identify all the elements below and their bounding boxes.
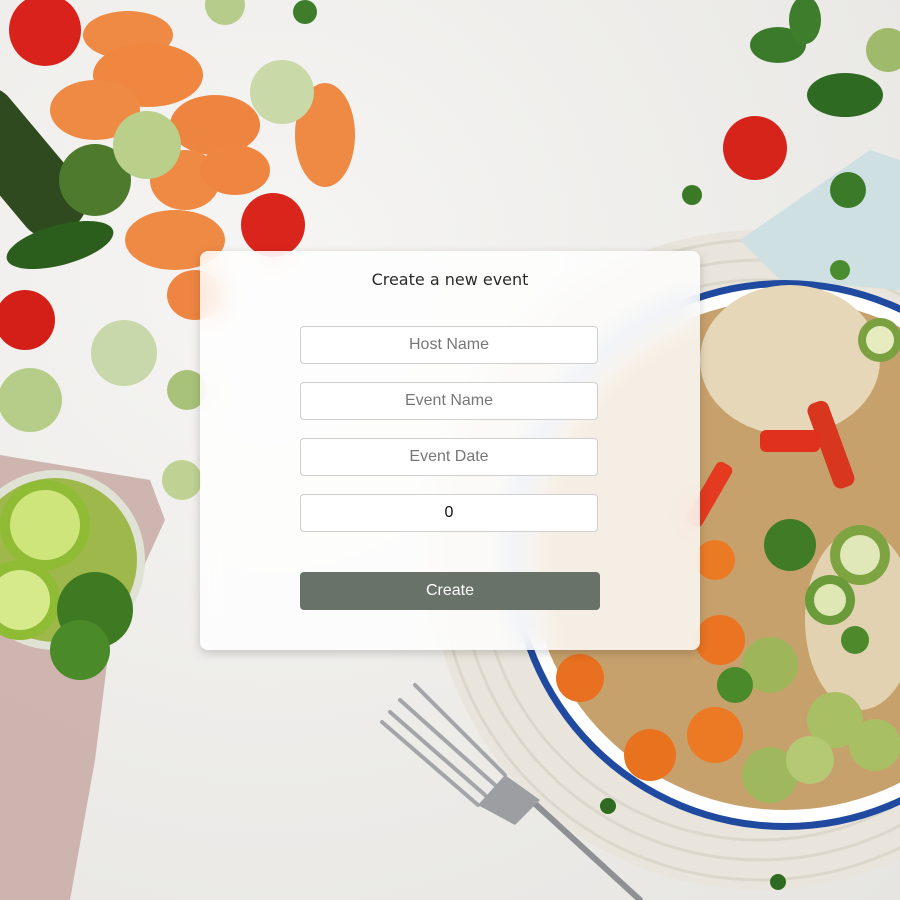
guest-count-input[interactable] [300, 494, 598, 532]
event-date-input[interactable] [300, 438, 598, 476]
event-name-input[interactable] [300, 382, 598, 420]
create-button[interactable]: Create [300, 572, 600, 610]
form-title: Create a new event [371, 270, 529, 289]
create-event-card: Create a new event Create [200, 251, 700, 650]
host-name-input[interactable] [300, 326, 598, 364]
